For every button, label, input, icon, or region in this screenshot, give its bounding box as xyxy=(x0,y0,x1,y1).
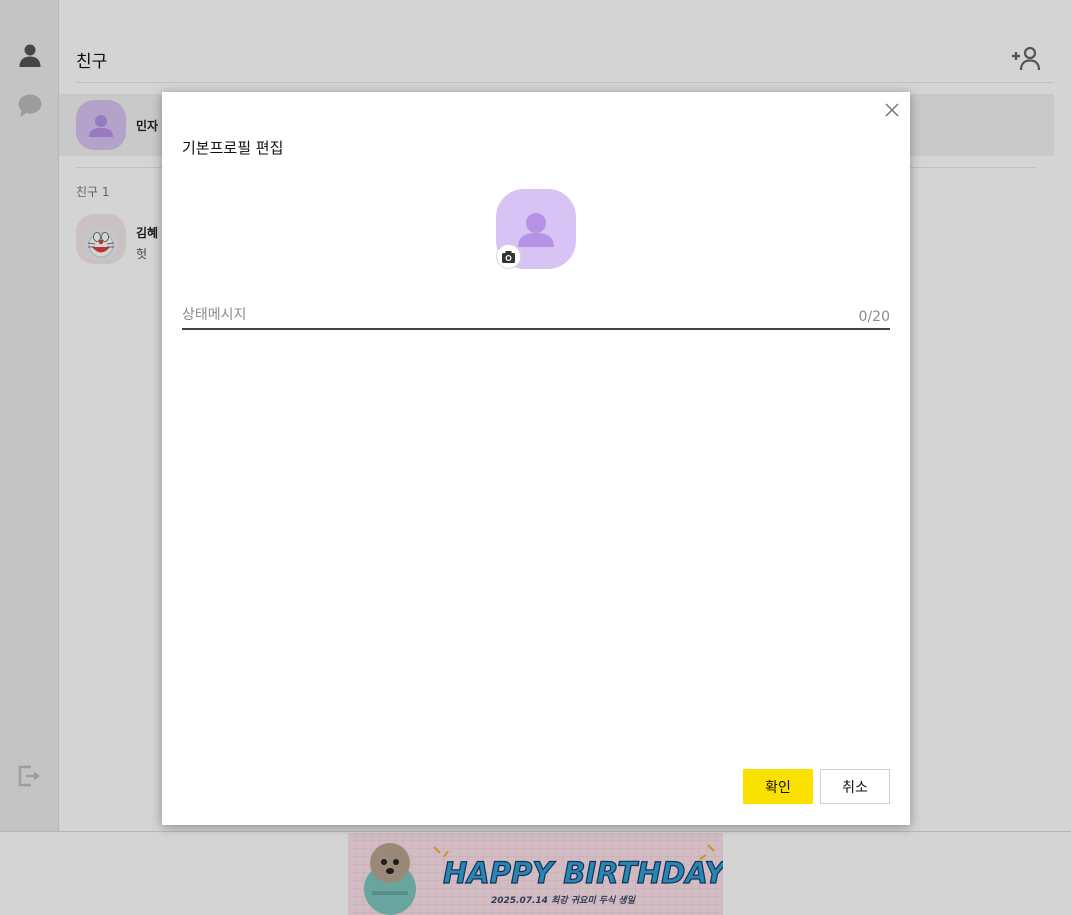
confirm-button[interactable]: 확인 xyxy=(743,769,813,804)
camera-icon[interactable] xyxy=(496,244,521,269)
close-icon[interactable] xyxy=(883,101,901,119)
cancel-button[interactable]: 취소 xyxy=(820,769,890,804)
dialog-title: 기본프로필 편집 xyxy=(182,139,284,157)
char-counter: 0/20 xyxy=(858,309,890,325)
edit-profile-dialog: 기본프로필 편집 0/20 확인 취소 xyxy=(162,92,910,825)
status-message-input[interactable] xyxy=(182,301,890,330)
